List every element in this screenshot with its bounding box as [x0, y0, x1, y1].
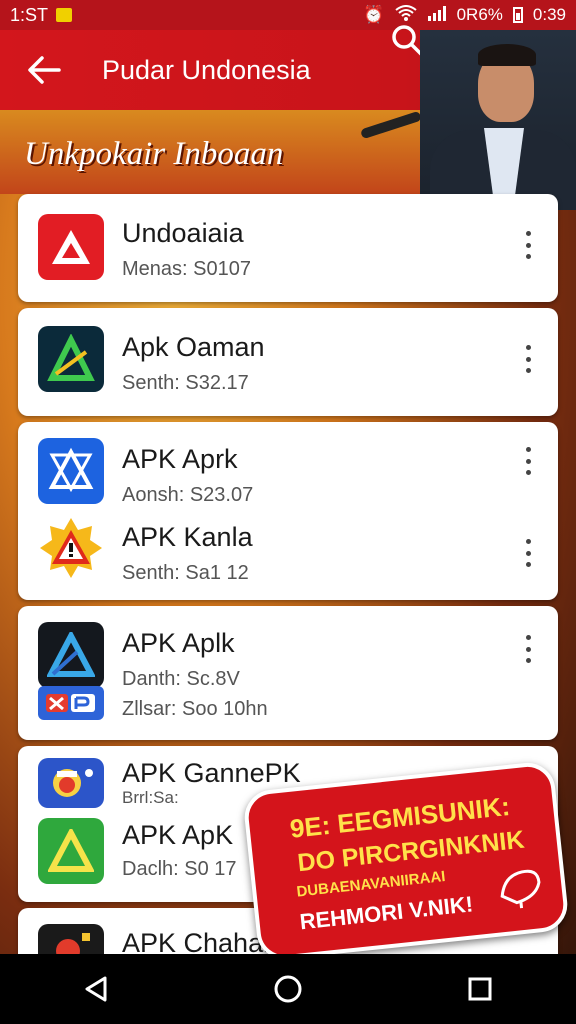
app-meta: Zllsar: Soo 10hn [122, 698, 268, 720]
battery-percent: 0R6% [456, 5, 503, 24]
app-icon [38, 214, 104, 280]
app-icon [38, 438, 104, 504]
app-name: Apk Oaman [122, 332, 265, 362]
app-name: APK ApK [122, 820, 234, 850]
nav-back-button[interactable] [66, 959, 126, 1019]
more-options-button[interactable] [516, 342, 540, 376]
app-card[interactable]: Undoaiaia Menas: S0107 [18, 194, 558, 302]
more-options-button[interactable] [516, 228, 540, 262]
app-meta: Brrl:Sa: [122, 788, 179, 807]
nav-recents-button[interactable] [450, 959, 510, 1019]
app-icon [38, 622, 104, 688]
back-button[interactable] [0, 30, 88, 110]
app-badge-icon [38, 686, 104, 720]
app-card[interactable]: APK Aprk Aonsh: S23.07 APK Kanla Senth: … [18, 422, 558, 600]
app-icon [38, 326, 104, 392]
app-name: Undoaiaia [122, 218, 244, 248]
more-options-button[interactable] [516, 632, 540, 666]
app-card[interactable]: APK Aplk Danth: Sc.8V Zllsar: Soo 10hn [18, 606, 558, 740]
warning-icon [38, 516, 104, 582]
status-bar: 1:ST ⏰ 0R6% 0:39 [0, 0, 576, 30]
status-time-left: 1:ST [10, 4, 49, 25]
app-meta: Danth: Sc.8V [122, 668, 240, 690]
system-nav-bar [0, 954, 576, 1024]
status-clock: 0:39 [532, 5, 566, 24]
square-recents-icon [468, 977, 492, 1001]
speaker-photo [420, 30, 576, 210]
list-item[interactable]: APK Aprk Aonsh: S23.07 [18, 436, 558, 516]
alarm-icon: ⏰ [363, 5, 385, 24]
more-options-button[interactable] [516, 444, 540, 478]
page-title: Pudar Undonesia [102, 54, 311, 85]
app-meta: Daclh: S0 17 [122, 858, 237, 880]
more-options-button[interactable] [516, 536, 540, 570]
promo-badge[interactable]: 9E: EEGMISUNIK: DO PIRCRGINKNIK DUBAENAV… [241, 760, 571, 962]
app-card[interactable]: Apk Oaman Senth: S32.17 [18, 308, 558, 416]
app-meta: Senth: S32.17 [122, 372, 249, 394]
list-item[interactable]: Apk Oaman Senth: S32.17 [18, 322, 558, 402]
hero-banner-text: Unkpokair Inboaan [24, 136, 284, 172]
list-item[interactable]: Undoaiaia Menas: S0107 [18, 208, 558, 288]
notification-icon [56, 8, 73, 22]
app-name: APK Aplk [122, 628, 235, 658]
app-name: APK Kanla [122, 522, 253, 552]
circle-home-icon [274, 975, 302, 1003]
arrow-left-icon [28, 56, 61, 84]
hand-pointer-icon [500, 869, 541, 909]
battery-icon [512, 7, 523, 23]
app-meta: Senth: Sa1 12 [122, 562, 249, 584]
app-name: APK Aprk [122, 444, 238, 474]
app-icon [38, 758, 104, 808]
signal-icon [427, 5, 447, 26]
search-icon [392, 25, 423, 56]
app-name: APK GannePK [122, 758, 301, 788]
app-icon [38, 818, 104, 884]
list-item[interactable]: APK Kanla Senth: Sa1 12 [18, 514, 558, 594]
triangle-back-icon [85, 976, 107, 1002]
promo-line-4: REHMORI V.NIK! [298, 891, 475, 935]
app-meta: Menas: S0107 [122, 258, 251, 280]
nav-home-button[interactable] [258, 959, 318, 1019]
app-meta: Aonsh: S23.07 [122, 484, 254, 506]
